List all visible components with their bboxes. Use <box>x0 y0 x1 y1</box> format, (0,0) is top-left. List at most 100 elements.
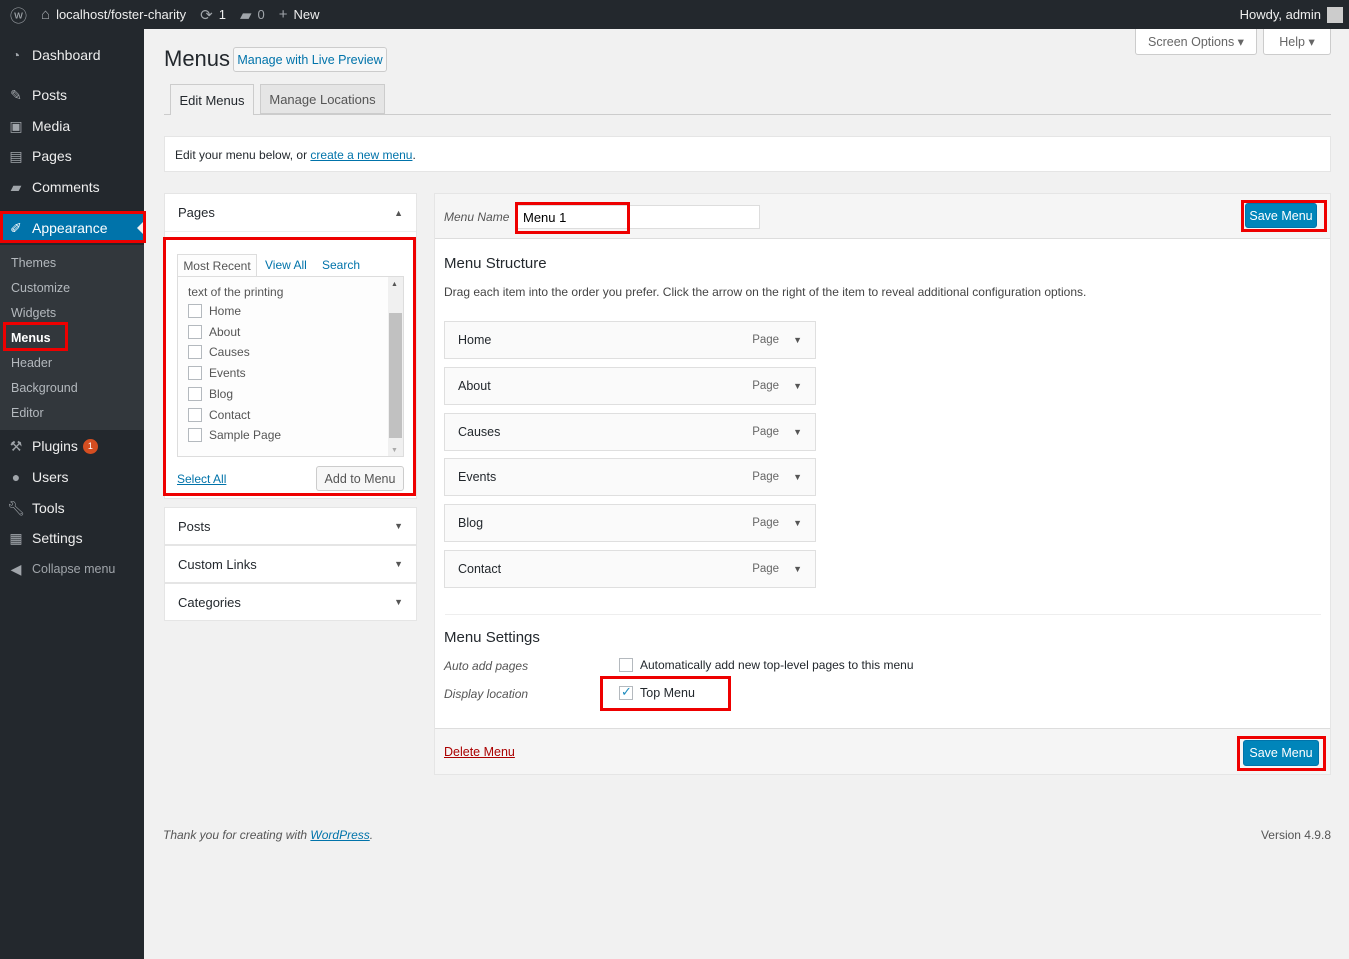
caret-down-icon: ▼ <box>394 597 403 607</box>
settings-icon: ▦ <box>9 529 23 546</box>
accordion-posts[interactable]: Posts ▼ <box>164 507 417 545</box>
page-checkbox-item[interactable]: Blog <box>188 386 233 401</box>
version-text: Version 4.9.8 <box>1260 828 1331 842</box>
tab-manage-locations[interactable]: Manage Locations <box>260 84 385 114</box>
add-to-menu-button[interactable]: Add to Menu <box>316 466 404 491</box>
dashboard-icon: ◔ <box>11 47 21 63</box>
checkbox-checked[interactable]: ✓ <box>619 684 633 700</box>
checkbox[interactable] <box>188 366 202 381</box>
caret-up-icon: ▲ <box>394 207 403 218</box>
menu-item[interactable]: Events Page ▼ <box>444 458 816 497</box>
tabs-divider <box>164 114 1331 115</box>
tab-view-all[interactable]: View All <box>265 258 307 272</box>
sidebar-item-dashboard[interactable]: ◔ Dashboard <box>0 40 144 70</box>
submenu-widgets[interactable]: Widgets <box>11 306 56 320</box>
checkbox[interactable] <box>619 658 633 672</box>
caret-down-icon[interactable]: ▼ <box>793 472 802 482</box>
plugin-icon: ⚒ <box>9 437 23 454</box>
collapse-menu[interactable]: ◀ Collapse menu <box>0 554 144 584</box>
menu-item[interactable]: Contact Page ▼ <box>444 550 816 588</box>
comments-link[interactable]: ▰ 0 <box>240 6 265 24</box>
sidebar-item-plugins[interactable]: ⚒ Plugins 1 <box>0 431 144 461</box>
caret-down-icon[interactable]: ▼ <box>793 564 802 574</box>
menu-item[interactable]: About Page ▼ <box>444 366 816 405</box>
sidebar-item-media[interactable]: ▣ Media <box>0 111 144 141</box>
checkbox[interactable] <box>188 386 202 401</box>
scroll-up-icon[interactable]: ▲ <box>391 281 398 288</box>
account-menu[interactable]: Howdy, admin <box>1240 6 1343 23</box>
menu-item[interactable]: Home Page ▼ <box>444 321 816 359</box>
updates-link[interactable]: ⟳ 1 <box>200 6 226 24</box>
sidebar-item-users[interactable]: ● Users <box>0 462 144 492</box>
live-preview-button[interactable]: Manage with Live Preview <box>233 47 387 72</box>
sidebar-item-comments[interactable]: ▰ Comments <box>0 172 144 202</box>
menu-name-input[interactable] <box>517 205 760 229</box>
sidebar-item-posts[interactable]: ✎ Posts <box>0 80 144 110</box>
sidebar-item-appearance[interactable]: ✐ Appearance <box>0 213 144 243</box>
caret-down-icon[interactable]: ▼ <box>793 335 802 345</box>
checkbox[interactable] <box>188 428 202 443</box>
menu-item[interactable]: Causes Page ▼ <box>444 412 816 451</box>
submenu-header[interactable]: Header <box>11 356 52 370</box>
media-icon: ▣ <box>9 117 23 134</box>
collapse-icon: ◀ <box>10 560 22 577</box>
caret-down-icon: ▼ <box>394 559 403 569</box>
sidebar-item-settings[interactable]: ▦ Settings <box>0 523 144 553</box>
submenu-themes[interactable]: Themes <box>11 256 56 270</box>
checkbox[interactable] <box>188 345 202 360</box>
help-button[interactable]: Help ▾ <box>1263 29 1331 55</box>
save-menu-button-top[interactable]: Save Menu <box>1245 203 1317 228</box>
page-checkbox-item[interactable]: Sample Page <box>188 428 281 443</box>
checkbox[interactable] <box>188 324 202 339</box>
tab-edit-menus[interactable]: Edit Menus <box>170 84 254 115</box>
submenu-menus[interactable]: Menus <box>11 331 51 345</box>
wordpress-logo-icon[interactable]: ⓦ <box>10 2 27 27</box>
scroll-down-icon[interactable]: ▼ <box>391 447 398 454</box>
checkbox[interactable] <box>188 407 202 422</box>
plugins-badge: 1 <box>82 438 98 454</box>
pages-panel-header[interactable]: Pages ▲ <box>165 194 416 232</box>
submenu-editor[interactable]: Editor <box>11 406 44 420</box>
submenu-customize[interactable]: Customize <box>11 281 70 295</box>
caret-down-icon[interactable]: ▼ <box>793 381 802 391</box>
page-checkbox-item[interactable]: Causes <box>188 345 250 360</box>
sidebar-item-pages[interactable]: ▤ Pages <box>0 141 144 171</box>
wrench-icon: 🔧︎ <box>7 499 25 516</box>
home-icon: ⌂ <box>41 6 51 23</box>
accordion-categories[interactable]: Categories ▼ <box>164 583 417 621</box>
refresh-icon: ⟳ <box>200 6 213 24</box>
checkbox[interactable] <box>188 304 202 318</box>
screen-options-button[interactable]: Screen Options ▾ <box>1135 29 1257 55</box>
wordpress-link[interactable]: WordPress <box>310 828 369 842</box>
accordion-custom-links[interactable]: Custom Links ▼ <box>164 545 417 583</box>
sidebar-item-tools[interactable]: 🔧︎ Tools <box>0 493 144 523</box>
scrollbar-thumb[interactable] <box>389 313 402 438</box>
submenu-background[interactable]: Background <box>11 381 78 395</box>
page-checkbox-item[interactable]: Events <box>188 366 246 381</box>
top-menu-checkbox[interactable]: ✓ Top Menu <box>619 684 695 700</box>
footer-thanks: Thank you for creating with WordPress. <box>163 828 374 842</box>
caret-down-icon: ▼ <box>394 521 403 531</box>
scrollbar[interactable]: ▲ ▼ <box>388 277 403 456</box>
auto-add-checkbox[interactable]: Automatically add new top-level pages to… <box>619 658 914 672</box>
page-checkbox-item[interactable]: Contact <box>188 407 250 422</box>
auto-add-label: Auto add pages <box>444 659 529 673</box>
admin-sidebar: ◔ Dashboard ✎ Posts ▣ Media ▤ Pages ▰ Comment… <box>0 29 144 959</box>
save-menu-button-bottom[interactable]: Save Menu <box>1243 740 1319 766</box>
new-content-link[interactable]: + New <box>279 6 320 23</box>
menu-name-label: Menu Name <box>444 210 510 224</box>
comment-icon: ▰ <box>10 178 22 195</box>
caret-down-icon[interactable]: ▼ <box>793 427 802 437</box>
pin-icon: ✎ <box>10 86 22 103</box>
tab-most-recent[interactable]: Most Recent <box>177 254 257 277</box>
select-all-link[interactable]: Select All <box>177 472 226 486</box>
page-checkbox-item[interactable]: Home <box>188 304 241 318</box>
caret-down-icon[interactable]: ▼ <box>793 518 802 528</box>
page-title: Menus <box>164 46 231 71</box>
delete-menu-link[interactable]: Delete Menu <box>444 745 515 759</box>
create-menu-link[interactable]: create a new menu <box>310 148 412 162</box>
site-link[interactable]: ⌂ localhost/foster-charity <box>41 6 186 23</box>
page-checkbox-item[interactable]: About <box>188 324 240 339</box>
tab-search[interactable]: Search <box>322 258 360 272</box>
menu-item[interactable]: Blog Page ▼ <box>444 504 816 543</box>
